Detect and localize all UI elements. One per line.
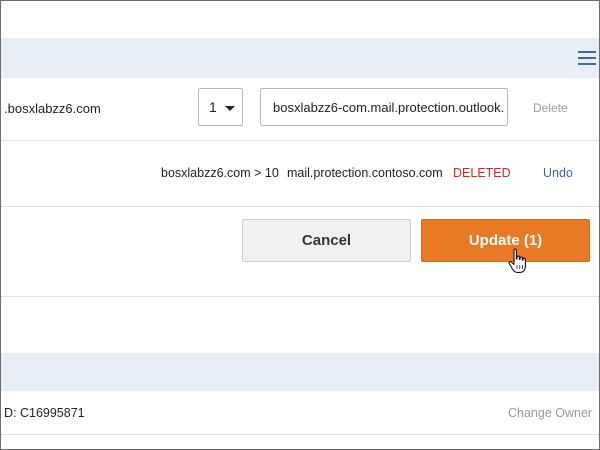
- section-header-band: [1, 353, 599, 391]
- row-divider: [1, 206, 599, 207]
- undo-link[interactable]: Undo: [543, 166, 573, 180]
- window-frame: .bosxlabzz6.com 1 bosxlabzz6-com.mail.pr…: [0, 0, 600, 450]
- owner-id-text: D: C16995871: [4, 406, 85, 420]
- priority-value: 1: [209, 99, 217, 115]
- priority-select[interactable]: 1: [198, 88, 243, 126]
- deleted-record-target: mail.protection.contoso.com: [287, 166, 443, 180]
- delete-link[interactable]: Delete: [533, 101, 568, 115]
- row-divider: [1, 140, 599, 141]
- points-to-input[interactable]: bosxlabzz6-com.mail.protection.outlook.: [260, 88, 508, 126]
- update-button[interactable]: Update (1): [421, 219, 590, 262]
- cancel-button[interactable]: Cancel: [242, 219, 411, 262]
- deleted-record-source: bosxlabzz6.com > 10: [161, 166, 279, 180]
- row-divider: [1, 296, 599, 297]
- row-divider: [1, 434, 599, 435]
- section-header-band: [1, 38, 599, 78]
- chevron-down-icon: [225, 106, 235, 111]
- points-to-value: bosxlabzz6-com.mail.protection.outlook.: [273, 100, 505, 115]
- change-owner-link[interactable]: Change Owner: [508, 406, 592, 420]
- hamburger-menu-icon[interactable]: [578, 51, 596, 65]
- status-deleted-label: DELETED: [453, 166, 511, 180]
- mx-domain-text: .bosxlabzz6.com: [4, 101, 101, 116]
- hand-pointer-cursor-icon: [508, 248, 526, 274]
